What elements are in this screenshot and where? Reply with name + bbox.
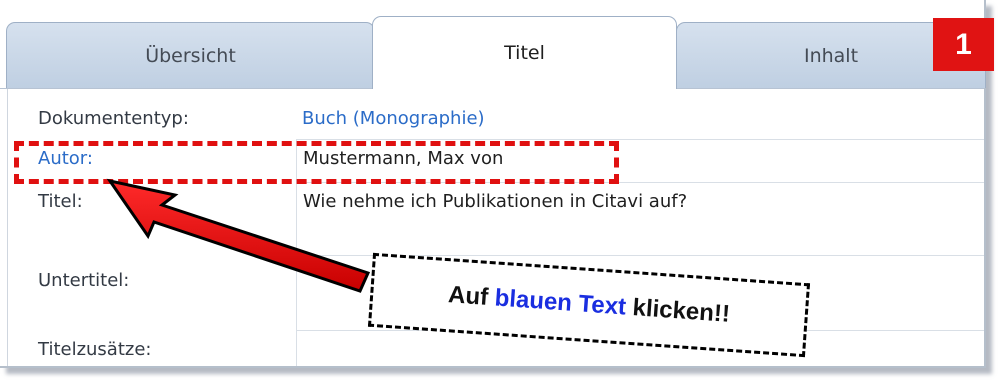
callout-text-highlight: blauen Text bbox=[493, 284, 627, 321]
callout-text-part1: Auf bbox=[447, 281, 496, 312]
annotated-screenshot: Übersicht Inhalt Titel Dokumententyp: Bu… bbox=[0, 0, 1001, 380]
callout-text-part3: klicken!! bbox=[625, 293, 731, 328]
